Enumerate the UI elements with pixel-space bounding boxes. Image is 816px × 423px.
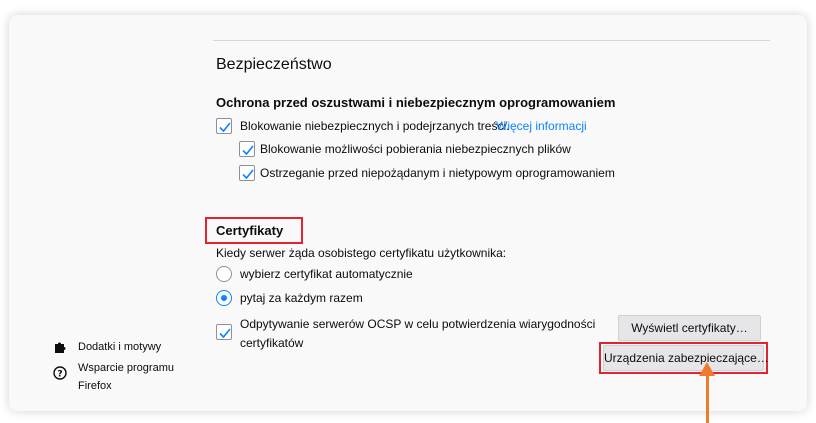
- checkmark-icon: [242, 145, 254, 156]
- annotation-arrow-head: [699, 362, 715, 376]
- section-divider: [213, 40, 770, 41]
- view-certificates-button[interactable]: Wyświetl certyfikaty…: [618, 315, 761, 341]
- annotation-arrow-stem: [706, 375, 709, 423]
- block-downloads-checkbox[interactable]: [239, 141, 255, 157]
- sidebar-item-addons[interactable]: Dodatki i motywy: [78, 338, 161, 356]
- ask-every-time-radio[interactable]: [216, 290, 232, 306]
- ask-every-time-label: pytaj za każdym razem: [240, 291, 363, 305]
- security-section-title: Bezpieczeństwo: [216, 56, 332, 73]
- auto-select-radio[interactable]: [216, 266, 232, 282]
- auto-select-label: wybierz certyfikat automatycznie: [240, 267, 413, 281]
- security-devices-button[interactable]: Urządzenia zabezpieczające…: [603, 345, 769, 371]
- checkmark-icon: [242, 169, 254, 180]
- ocsp-checkbox[interactable]: [216, 324, 232, 340]
- certificate-request-prompt: Kiedy serwer żąda osobistego certyfikatu…: [216, 246, 507, 260]
- help-icon: ?: [53, 366, 67, 380]
- block-dangerous-checkbox[interactable]: [216, 118, 232, 134]
- sidebar-item-support[interactable]: Wsparcie programu Firefox: [78, 359, 174, 395]
- warn-unwanted-checkbox[interactable]: [239, 165, 255, 181]
- preferences-window: Bezpieczeństwo Ochrona przed oszustwami …: [9, 15, 807, 411]
- puzzle-icon: [55, 342, 66, 353]
- block-downloads-label: Blokowanie możliwości pobierania niebezp…: [260, 142, 571, 156]
- block-dangerous-label: Blokowanie niebezpiecznych i podejrzanyc…: [240, 119, 510, 133]
- warn-unwanted-label: Ostrzeganie przed niepożądanym i nietypo…: [260, 166, 615, 180]
- support-label-line2: Firefox: [78, 380, 112, 392]
- ocsp-label-line2: certyfikatów: [240, 336, 304, 350]
- support-label-line1: Wsparcie programu: [78, 362, 174, 374]
- certificates-heading: Certyfikaty: [216, 223, 284, 238]
- ocsp-label-line1: Odpytywanie serwerów OCSP w celu potwier…: [240, 317, 596, 331]
- svg-text:?: ?: [57, 370, 62, 380]
- checkmark-icon: [219, 122, 231, 133]
- checkmark-icon: [219, 328, 231, 339]
- protection-heading: Ochrona przed oszustwami i niebezpieczny…: [216, 95, 616, 110]
- more-info-link[interactable]: Więcej informacji: [496, 119, 587, 133]
